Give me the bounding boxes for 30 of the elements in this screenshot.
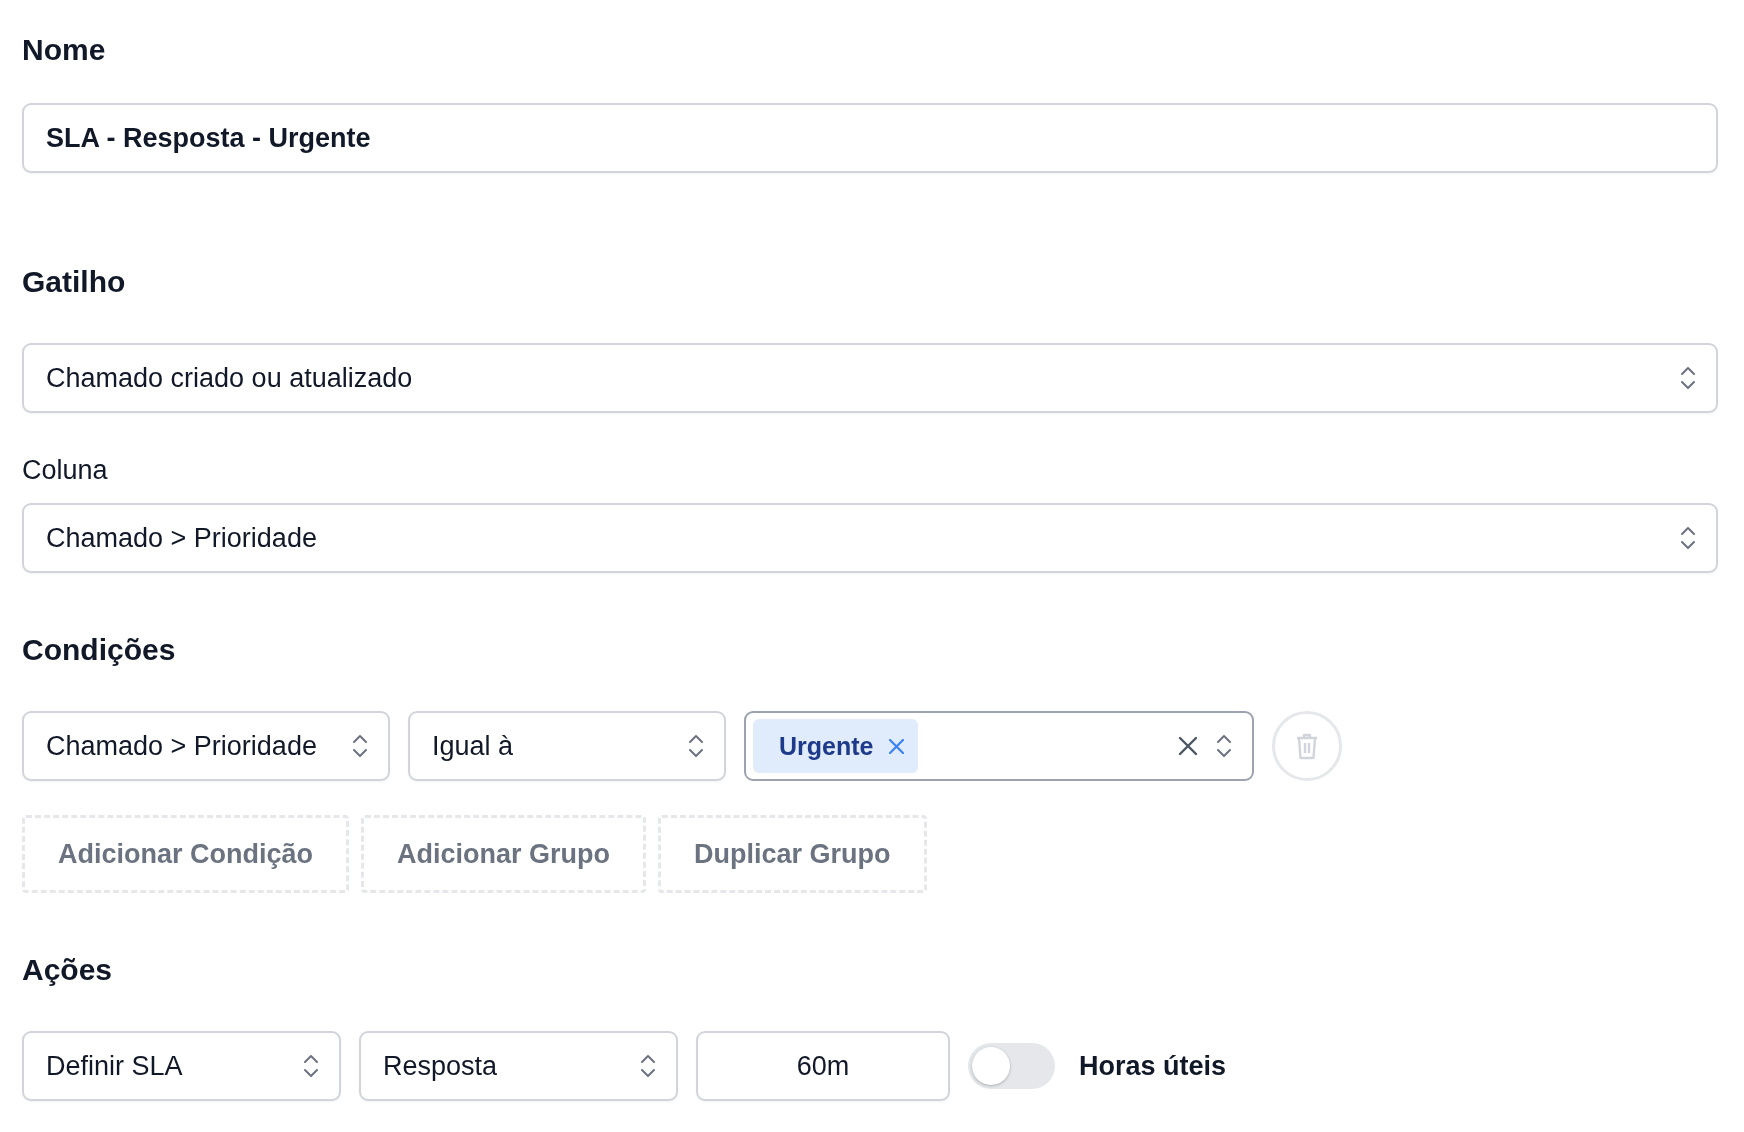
select-field[interactable]: Chamado > Prioridade	[22, 711, 390, 781]
chevron-updown-icon	[1216, 733, 1232, 759]
remove-icon[interactable]	[889, 738, 905, 754]
name-input[interactable]: SLA - Resposta - Urgente	[22, 103, 1718, 173]
clear-icon[interactable]	[1178, 736, 1198, 756]
dashed-button[interactable]: Adicionar Grupo	[361, 815, 647, 893]
section-heading: Condições	[22, 632, 177, 668]
chevron-updown-icon	[303, 1053, 319, 1079]
select-field[interactable]: Chamado > Prioridade	[22, 503, 1718, 573]
dashed-button[interactable]: Duplicar Grupo	[658, 815, 927, 893]
chevron-updown-icon	[640, 1053, 656, 1079]
section-heading: Nome	[22, 32, 107, 68]
chevron-updown-icon	[688, 733, 704, 759]
chevron-updown-icon	[1680, 525, 1696, 551]
section-heading: Gatilho	[22, 264, 127, 300]
section-heading: Ações	[22, 952, 114, 988]
tag-label: Urgente	[779, 731, 874, 761]
select-field[interactable]: Resposta	[359, 1031, 678, 1101]
trash-icon	[1295, 732, 1319, 760]
select-field[interactable]: Definir SLA	[22, 1031, 341, 1101]
toggle-switch[interactable]	[968, 1043, 1055, 1089]
dashed-button[interactable]: Adicionar Condição	[22, 815, 350, 893]
duration-input[interactable]: 60m	[696, 1031, 950, 1101]
toggle-label: Horas úteis	[1079, 1050, 1227, 1082]
select-field[interactable]: Chamado criado ou atualizado	[22, 343, 1718, 413]
chevron-updown-icon	[1680, 365, 1696, 391]
field-label: Coluna	[22, 454, 109, 487]
select-field[interactable]: Igual à	[408, 711, 726, 781]
multi-select-field[interactable]: Urgente	[744, 711, 1254, 781]
chevron-updown-icon	[352, 733, 368, 759]
